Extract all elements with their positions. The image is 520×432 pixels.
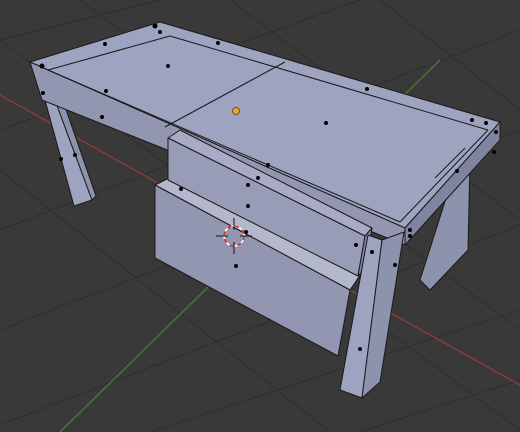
viewport-canvas[interactable] xyxy=(0,0,520,432)
3d-viewport[interactable] xyxy=(0,0,520,432)
object-origin-icon xyxy=(232,107,240,115)
